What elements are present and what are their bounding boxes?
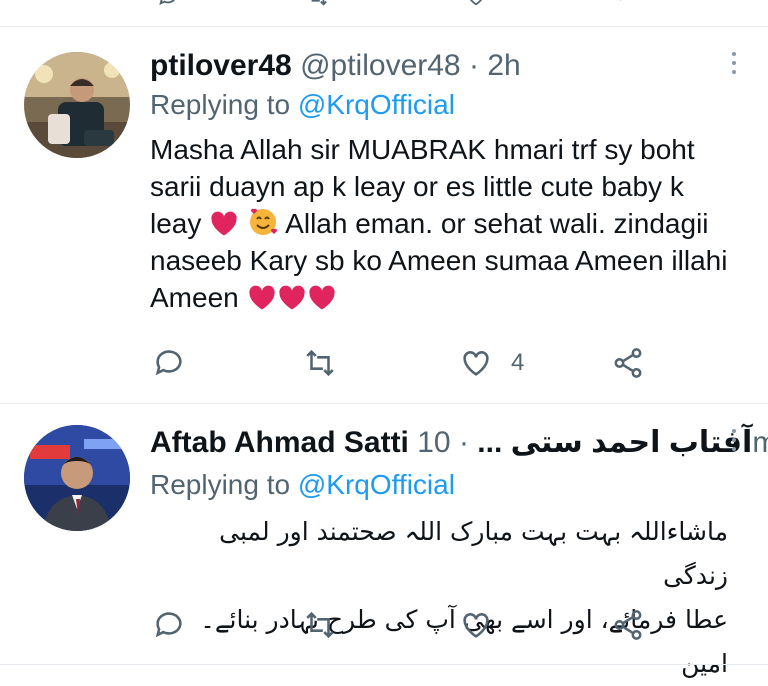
red-heart-icon (308, 285, 335, 310)
retweet-icon (306, 349, 334, 377)
reply-icon (155, 612, 182, 638)
heart-icon (463, 613, 489, 638)
red-heart-icon (211, 211, 237, 236)
reply-icon (155, 350, 182, 376)
avatar[interactable] (24, 425, 130, 531)
retweet-icon[interactable] (305, 0, 331, 8)
red-heart-icon (278, 285, 305, 310)
more-icon[interactable] (730, 52, 738, 79)
author-name[interactable]: ptilover48 (150, 49, 292, 82)
red-heart-icon (248, 285, 275, 310)
avatar[interactable] (24, 52, 130, 158)
heart-icon (463, 351, 489, 376)
like-button[interactable] (459, 605, 493, 645)
like-button[interactable]: 4 (459, 343, 524, 383)
separator: · (468, 49, 479, 82)
replying-prefix: Replying to (150, 89, 291, 120)
share-icon (614, 348, 642, 378)
tweet-actions: 4 (0, 343, 768, 383)
mention-link[interactable]: @KrqOfficial (298, 469, 455, 500)
timestamp[interactable]: 2h (487, 49, 520, 82)
separator: · (458, 426, 469, 459)
retweet-button[interactable] (303, 605, 337, 645)
share-button[interactable] (611, 343, 645, 383)
reply-tweet[interactable]: Aftab Ahmad Satti آفتاب احمد ستی ... · 1… (0, 404, 768, 678)
more-icon[interactable] (730, 429, 738, 456)
tweet-header: Aftab Ahmad Satti آفتاب احمد ستی ... · 1… (150, 425, 768, 461)
share-button[interactable] (611, 605, 645, 645)
retweet-button[interactable] (303, 343, 337, 383)
smiling-face-with-hearts-icon (249, 208, 277, 235)
author-name[interactable]: Aftab Ahmad Satti آفتاب احمد ستی ... (150, 426, 752, 459)
replying-to: Replying to @KrqOfficial (150, 468, 455, 502)
replying-prefix: Replying to (150, 469, 291, 500)
heart-icon[interactable] (463, 0, 489, 8)
tweet-text: Masha Allah sir MUABRAK hmari trf sy boh… (150, 131, 730, 316)
previous-tweet-actions (0, 0, 768, 8)
tweet-text: ماشاءاللہ بہت بہت مبارک اللہ صحتمند اور … (160, 510, 728, 686)
divider (0, 664, 768, 665)
share-icon (614, 610, 642, 640)
reply-tweet[interactable]: ptilover48 @ptilover48 · 2h Replying to … (0, 27, 768, 403)
tweet-text-line: ماشاءاللہ بہت بہت مبارک اللہ صحتمند اور … (219, 517, 728, 590)
share-icon[interactable] (613, 0, 639, 8)
like-count: 4 (511, 349, 525, 376)
reply-button[interactable] (152, 605, 186, 645)
replying-to: Replying to @KrqOfficial (150, 88, 455, 122)
mention-link[interactable]: @KrqOfficial (298, 89, 455, 120)
reply-button[interactable] (152, 343, 186, 383)
reply-icon[interactable] (155, 0, 181, 8)
tweet-actions (0, 605, 768, 645)
tweet-header: ptilover48 @ptilover48 · 2h (150, 48, 521, 84)
retweet-icon (306, 611, 334, 639)
author-handle[interactable]: @ptilover48 (300, 49, 461, 82)
